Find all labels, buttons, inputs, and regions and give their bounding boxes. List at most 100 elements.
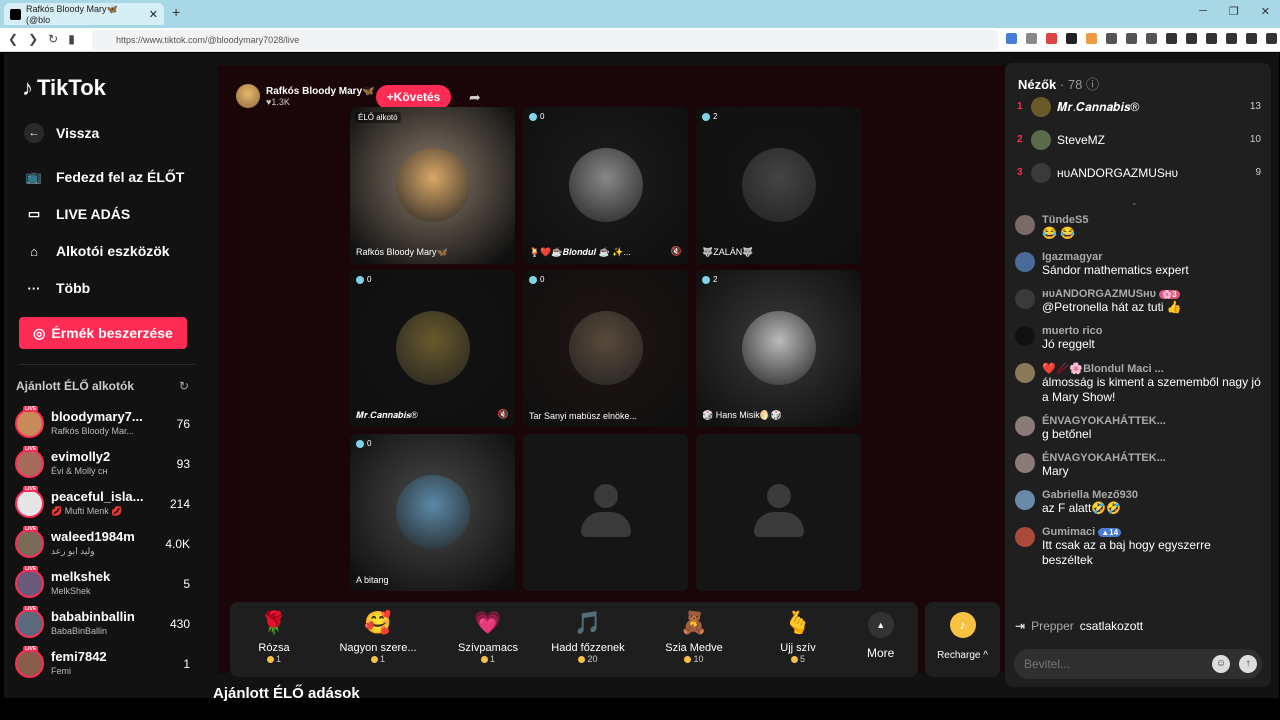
host-avatar[interactable]: [236, 84, 260, 108]
viewer-name[interactable]: SteveMZ: [1057, 133, 1105, 147]
reload-icon[interactable]: ↻: [48, 32, 58, 46]
gift-item[interactable]: 🎵 Hadd főzzenek 20: [548, 608, 628, 664]
avatar[interactable]: [15, 529, 44, 558]
extension-icon[interactable]: [1046, 33, 1057, 44]
recommended-item[interactable]: LIVE waleed1984m وليد ابو رعد 4.0K: [14, 525, 200, 565]
creator-name[interactable]: femi7842: [51, 649, 151, 664]
gift-item[interactable]: 🥰 Nagyon szere... 1: [338, 608, 418, 664]
chat-username[interactable]: ÉNVAGYOKAHÁTTEK...: [1042, 415, 1261, 427]
avatar[interactable]: [1031, 163, 1051, 183]
avatar[interactable]: [1031, 130, 1051, 150]
more-gifts-button[interactable]: ▲ More: [867, 612, 894, 660]
guest-cell[interactable]: 0 Tar Sanyi mabüsz elnöke...: [523, 270, 688, 427]
recharge-button[interactable]: ♪ Recharge ^: [925, 602, 1000, 677]
chat-username[interactable]: Gabriella Mező930: [1042, 489, 1261, 501]
nav-more[interactable]: ··· Több: [24, 278, 91, 298]
top-viewer-row[interactable]: 3 ʜᴜANDORGAZMUSʜᴜ 9: [1017, 162, 1261, 186]
avatar[interactable]: [1015, 527, 1035, 547]
chat-input[interactable]: [1024, 655, 1204, 673]
restore-icon[interactable]: ❐: [1229, 5, 1239, 18]
close-tab-icon[interactable]: ✕: [149, 8, 158, 21]
chat-username[interactable]: Igazmagyar: [1042, 251, 1261, 263]
chevron-down-icon[interactable]: ⌄: [1131, 198, 1138, 207]
menu-icon[interactable]: [1266, 33, 1277, 44]
avatar[interactable]: [1015, 453, 1035, 473]
close-window-icon[interactable]: ✕: [1261, 5, 1270, 18]
guest-cell[interactable]: ÉLŐ alkotó Rafkós Bloody Mary🦋: [350, 107, 515, 264]
chat-username[interactable]: ❤️🥢🌸Blondul Maci ...: [1042, 362, 1261, 375]
avatar[interactable]: [1015, 363, 1035, 383]
guest-cell[interactable]: 2 🐺ZALÁN🐺: [696, 107, 861, 264]
chat-username[interactable]: muerto rico: [1042, 325, 1261, 337]
bookmark-icon[interactable]: ▮: [68, 32, 75, 46]
avatar[interactable]: [1015, 289, 1035, 309]
gift-item[interactable]: 🧸 Szia Medve 10: [654, 608, 734, 664]
extension-icon[interactable]: [1026, 33, 1037, 44]
guest-cell[interactable]: 0 A bitang: [350, 434, 515, 591]
gift-item[interactable]: 🌹 Rózsa 1: [234, 608, 314, 664]
music-icon[interactable]: [1166, 33, 1177, 44]
wallet-icon[interactable]: [1206, 33, 1217, 44]
viewer-name[interactable]: ʜᴜANDORGAZMUSʜᴜ: [1057, 166, 1178, 180]
avatar[interactable]: [15, 409, 44, 438]
gift-item[interactable]: 🫰 Ujj szív 5: [758, 608, 838, 664]
url-input[interactable]: https://www.tiktok.com/@bloodymary7028/l…: [92, 30, 998, 50]
guest-cell[interactable]: 0 𝑴𝒓.𝑪𝒂𝒏𝒏𝒂𝒃𝒊𝒔® 🔇: [350, 270, 515, 427]
download-icon[interactable]: [1226, 33, 1237, 44]
empty-guest-slot[interactable]: [523, 434, 688, 591]
nav-go-live[interactable]: ▭ LIVE ADÁS: [24, 204, 130, 224]
avatar[interactable]: [1015, 215, 1035, 235]
send-icon[interactable]: ↑: [1239, 655, 1257, 673]
recommended-item[interactable]: LIVE bababinballin BabaBinBallin 430: [14, 605, 200, 645]
share-icon[interactable]: ➦: [469, 89, 481, 106]
creator-name[interactable]: waleed1984m: [51, 529, 151, 544]
avatar[interactable]: [1015, 416, 1035, 436]
sidebar-icon[interactable]: [1186, 33, 1197, 44]
joined-user[interactable]: Prepper: [1031, 619, 1074, 633]
top-viewer-row[interactable]: 1 𝑴𝒓.𝑪𝒂𝒏𝒏𝒂𝒃𝒊𝒔® 13: [1017, 96, 1261, 120]
gift-item[interactable]: 💗 Szívpamacs 1: [448, 608, 528, 664]
shield-icon[interactable]: [1246, 33, 1257, 44]
minimize-icon[interactable]: ─: [1199, 5, 1207, 18]
creator-name[interactable]: peaceful_isla...: [51, 489, 151, 504]
extension-icon[interactable]: [1146, 33, 1157, 44]
extension-icon[interactable]: [1066, 33, 1077, 44]
get-coins-button[interactable]: ◎ Érmék beszerzése: [19, 317, 187, 349]
creator-name[interactable]: bloodymary7...: [51, 409, 151, 424]
recommended-item[interactable]: LIVE evimolly2 Évi & Molly ᴄʜ 93: [14, 445, 200, 485]
recommended-item[interactable]: LIVE melkshek MelkShek 5: [14, 565, 200, 605]
tiktok-logo[interactable]: ♪ TikTok: [22, 75, 106, 101]
translate-icon[interactable]: [1006, 33, 1017, 44]
creator-name[interactable]: melkshek: [51, 569, 151, 584]
chat-username[interactable]: ʜᴜANDORGAZMUSʜᴜ 🌸3: [1042, 288, 1261, 300]
empty-guest-slot[interactable]: [696, 434, 861, 591]
forward-arrow-icon[interactable]: ❯: [28, 32, 38, 46]
recommended-item[interactable]: LIVE peaceful_isla... 💋 Mufti Menk 💋 214: [14, 485, 200, 525]
info-icon[interactable]: ⓘ: [1086, 77, 1099, 92]
new-tab-icon[interactable]: +: [172, 4, 180, 20]
viewer-name[interactable]: 𝑴𝒓.𝑪𝒂𝒏𝒏𝒂𝒃𝒊𝒔®: [1057, 100, 1139, 115]
avatar[interactable]: [1015, 252, 1035, 272]
avatar[interactable]: [15, 489, 44, 518]
recommended-item[interactable]: LIVE femi7842 Femi 1: [14, 645, 200, 685]
extension-icon[interactable]: [1106, 33, 1117, 44]
extension-icon[interactable]: [1126, 33, 1137, 44]
avatar[interactable]: [1031, 97, 1051, 117]
guest-cell[interactable]: 2 🎲 Hans Misik🌖🎲: [696, 270, 861, 427]
emoji-icon[interactable]: ☺: [1212, 655, 1230, 673]
back-nav[interactable]: ← Vissza: [24, 123, 99, 143]
avatar[interactable]: [15, 649, 44, 678]
avatar[interactable]: [1015, 326, 1035, 346]
extension-icon[interactable]: [1086, 33, 1097, 44]
host-bar[interactable]: Rafkós Bloody Mary🦋 ♥1.3K: [236, 84, 375, 108]
follow-button[interactable]: +Követés: [376, 85, 451, 109]
nav-creator-tools[interactable]: ⌂ Alkotói eszközök: [24, 241, 170, 261]
browser-tab[interactable]: Rafkós Bloody Mary🦋 (@blo ✕: [4, 3, 164, 25]
guest-cell[interactable]: 0 🍹❤️☕𝑩𝒍𝒐𝒏𝒅𝒖𝒍 ☕ ✨... 🔇: [523, 107, 688, 264]
refresh-icon[interactable]: ↻: [179, 379, 189, 393]
creator-name[interactable]: bababinballin: [51, 609, 151, 624]
recommended-item[interactable]: LIVE bloodymary7... Rafkós Bloody Mar...…: [14, 405, 200, 445]
avatar[interactable]: [15, 569, 44, 598]
back-arrow-icon[interactable]: ❮: [8, 32, 18, 46]
host-name[interactable]: Rafkós Bloody Mary🦋: [266, 86, 375, 97]
